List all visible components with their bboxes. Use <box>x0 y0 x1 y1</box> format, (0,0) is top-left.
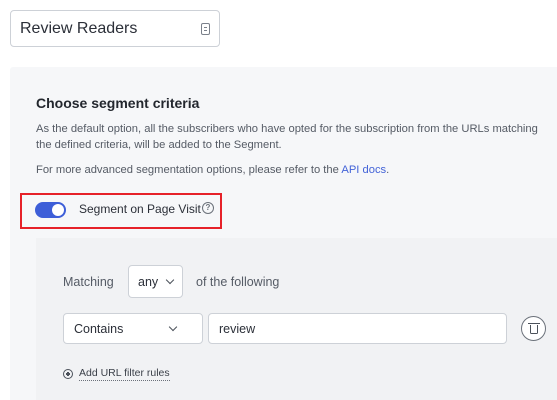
condition-value: Contains <box>74 321 124 336</box>
toggle-label: Segment on Page Visit <box>79 202 201 216</box>
url-value: review <box>219 321 256 336</box>
trash-icon <box>530 325 538 334</box>
criteria-description: As the default option, all the subscribe… <box>36 123 538 151</box>
match-type-select[interactable]: any <box>128 265 183 298</box>
segment-on-page-visit-toggle[interactable] <box>35 202 66 218</box>
advanced-prefix: For more advanced segmentation options, … <box>36 164 342 176</box>
section-title: Choose segment criteria <box>36 95 200 111</box>
following-label: of the following <box>196 275 280 289</box>
segment-name-value: Review Readers <box>20 19 138 37</box>
chevron-down-icon <box>168 322 178 332</box>
match-type-value: any <box>138 274 159 289</box>
matching-label: Matching <box>63 275 114 289</box>
chevron-down-icon <box>165 275 175 285</box>
plus-circle-icon <box>63 369 73 379</box>
add-url-filter-label: Add URL filter rules <box>79 367 170 381</box>
question-circle-icon[interactable]: ? <box>202 202 214 214</box>
segment-name-input[interactable]: Review Readers <box>10 10 220 47</box>
advanced-suffix: . <box>386 164 390 176</box>
advanced-options-text: For more advanced segmentation options, … <box>36 164 389 176</box>
card-icon <box>201 23 210 35</box>
add-url-filter-button[interactable]: Add URL filter rules <box>63 367 170 381</box>
delete-rule-button[interactable] <box>521 316 546 341</box>
toggle-knob <box>52 204 64 216</box>
api-docs-link[interactable]: API docs <box>341 164 386 176</box>
condition-select[interactable]: Contains <box>63 313 203 344</box>
url-value-input[interactable]: review <box>208 313 507 344</box>
